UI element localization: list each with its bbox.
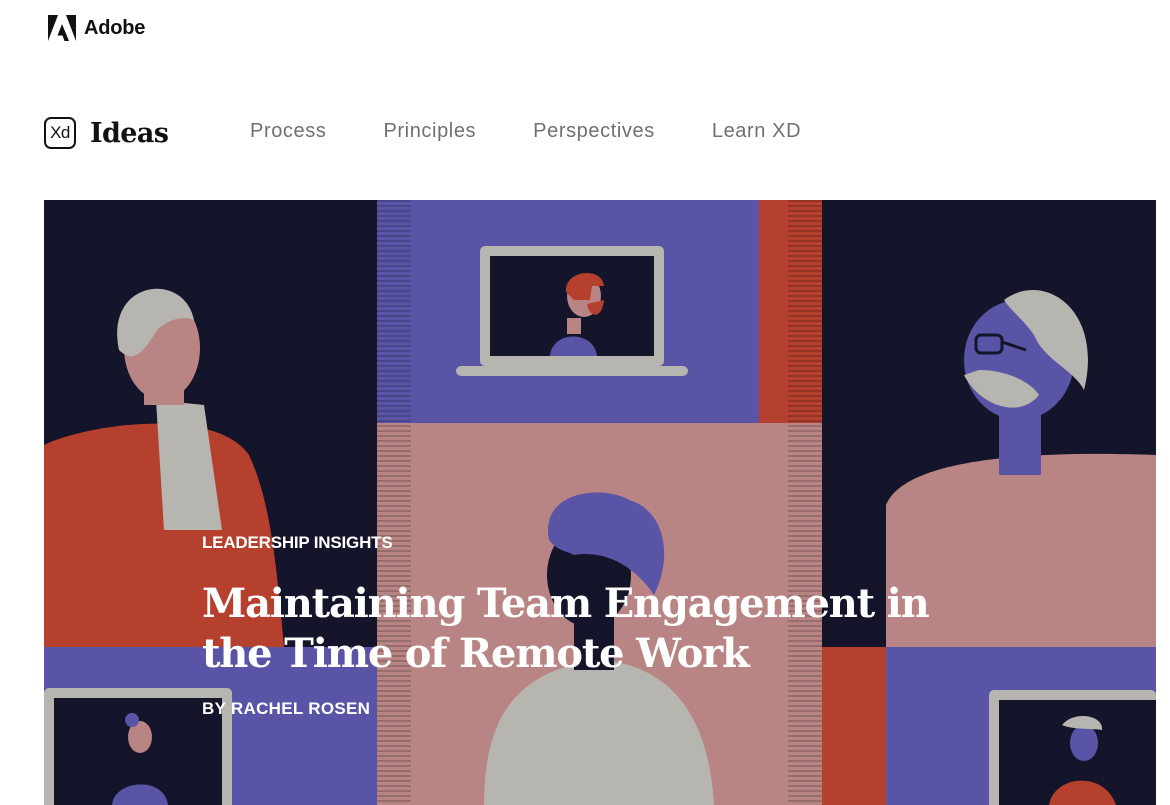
hero-text: LEADERSHIP INSIGHTS Maintaining Team Eng… xyxy=(202,533,962,719)
main-nav: Process Principles Perspectives Learn XD xyxy=(250,120,858,143)
nav-item-principles[interactable]: Principles xyxy=(383,120,476,143)
nav-item-process[interactable]: Process xyxy=(250,120,326,143)
xd-badge-text: Xd xyxy=(50,123,70,142)
xd-ideas-home-link[interactable]: Xd Ideas xyxy=(44,113,169,153)
nav-item-learn-xd[interactable]: Learn XD xyxy=(712,120,801,143)
hero-banner[interactable]: LEADERSHIP INSIGHTS Maintaining Team Eng… xyxy=(44,200,1156,805)
nav-item-perspectives[interactable]: Perspectives xyxy=(533,120,655,143)
xd-logo-icon: Xd xyxy=(44,117,76,149)
article-byline: BY RACHEL ROSEN xyxy=(202,699,371,718)
adobe-logo-icon xyxy=(48,15,76,41)
site-title: Ideas xyxy=(90,117,169,149)
category-label[interactable]: LEADERSHIP INSIGHTS xyxy=(202,533,962,553)
adobe-brand[interactable]: Adobe xyxy=(48,14,145,42)
article-headline[interactable]: Maintaining Team Engagement in the Time … xyxy=(202,579,962,679)
adobe-wordmark: Adobe xyxy=(84,16,146,39)
